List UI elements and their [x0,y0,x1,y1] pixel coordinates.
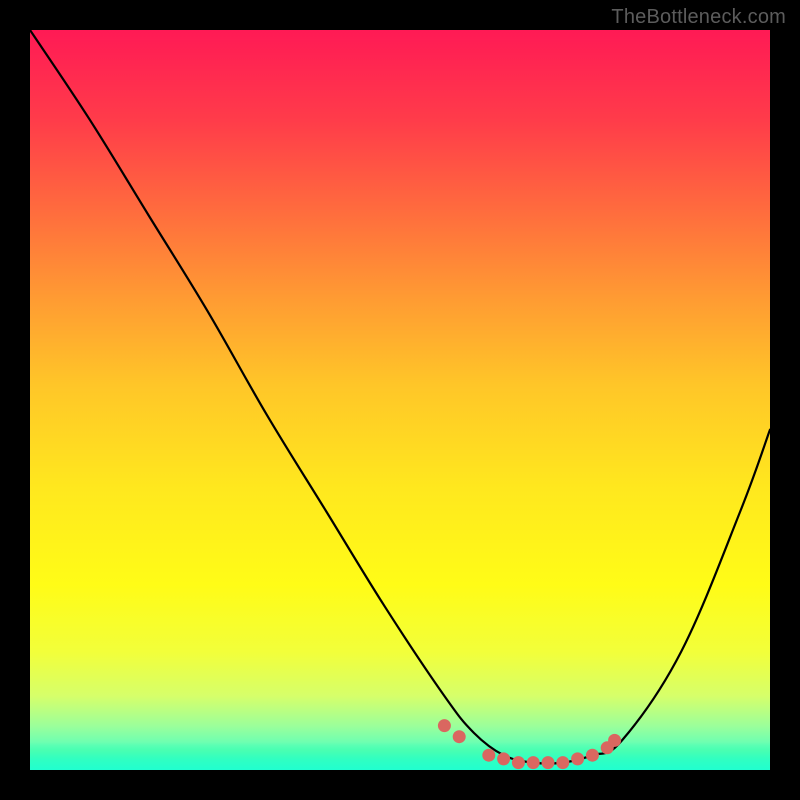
fit-marker [453,730,466,743]
fit-marker [497,752,510,765]
watermark-text: TheBottleneck.com [611,6,786,29]
chart-container: TheBottleneck.com [0,0,800,800]
fit-marker [542,756,555,769]
fit-marker [527,756,540,769]
fit-marker [482,749,495,762]
plot-area [30,30,770,770]
fit-marker [586,749,599,762]
fit-marker [571,752,584,765]
fit-marker [438,719,451,732]
chart-svg [30,30,770,770]
bottleneck-curve [30,30,770,764]
fit-marker [608,734,621,747]
fit-markers-group [438,719,621,769]
fit-marker [556,756,569,769]
fit-marker [512,756,525,769]
